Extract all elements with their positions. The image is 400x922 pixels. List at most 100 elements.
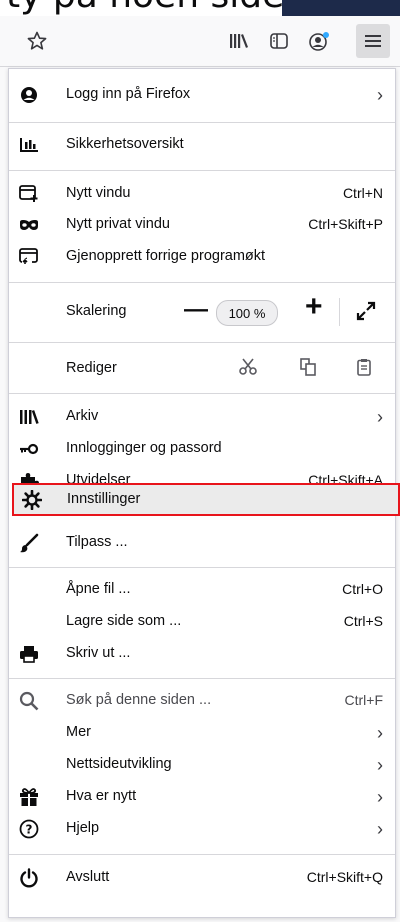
fullscreen-button[interactable]	[355, 300, 377, 327]
star-icon	[27, 31, 47, 50]
menu-item-library[interactable]: Arkiv ›	[9, 401, 395, 433]
menu-item-label: Lagre side som ...	[66, 613, 182, 629]
cut-button[interactable]	[239, 358, 257, 381]
menu-item-quit[interactable]: Avslutt Ctrl+Skift+Q	[9, 862, 395, 894]
menu-item-label: Nytt vindu	[66, 185, 131, 201]
open-menu-button[interactable]	[356, 24, 390, 58]
key-icon	[19, 439, 39, 459]
menu-item-label: Skriv ut ...	[66, 645, 131, 661]
menu-item-label: Søk på denne siden ...	[66, 692, 212, 708]
edit-controls: Rediger	[9, 349, 395, 389]
menu-item-label: Innlogginger og passord	[66, 440, 222, 456]
zoom-label: Skalering	[66, 303, 127, 319]
new-window-icon	[19, 184, 39, 204]
copy-button[interactable]	[299, 358, 317, 381]
menu-item-open-file[interactable]: Åpne fil ... Ctrl+O	[9, 574, 395, 606]
shortcut-label: Ctrl+F	[344, 692, 384, 708]
chevron-right-icon: ›	[377, 407, 383, 427]
menu-item-more[interactable]: Mer ›	[9, 717, 395, 749]
menu-item-label: Mer	[66, 724, 91, 740]
shortcut-label: Ctrl+S	[343, 613, 383, 629]
paste-button[interactable]	[356, 358, 372, 381]
menu-item-print[interactable]: Skriv ut ...	[9, 638, 395, 670]
menu-item-label: Hva er nytt	[66, 788, 137, 804]
account-icon	[309, 32, 329, 51]
menu-item-label: Nytt privat vindu	[66, 216, 170, 232]
menu-separator	[9, 170, 395, 171]
zoom-divider	[339, 298, 340, 326]
sidebar-button[interactable]	[262, 24, 296, 58]
menu-item-customize[interactable]: Tilpass ...	[9, 527, 395, 559]
page-content-strip: ty på noen sider og	[0, 0, 400, 16]
menu-item-sign-in[interactable]: Logg inn på Firefox ›	[9, 79, 395, 111]
chevron-right-icon: ›	[377, 85, 383, 105]
menu-item-whats-new[interactable]: Hva er nytt ›	[9, 781, 395, 813]
menu-item-label: Avslutt	[66, 869, 110, 885]
menu-item-label: Sikkerhetsoversikt	[66, 136, 184, 152]
menu-item-label: Innstillinger	[67, 491, 141, 507]
zoom-reset-button[interactable]: 100 %	[216, 300, 278, 326]
chevron-right-icon: ›	[377, 755, 383, 775]
paintbrush-icon	[19, 533, 39, 553]
fullscreen-icon	[356, 301, 376, 321]
menu-separator	[9, 678, 395, 679]
gear-icon	[21, 489, 43, 515]
menu-item-help[interactable]: ? Hjelp ›	[9, 813, 395, 845]
menu-item-label: Gjenopprett forrige programøkt	[66, 248, 266, 264]
zoom-value: 100 %	[228, 305, 266, 321]
library-icon	[230, 34, 249, 48]
menu-item-new-window[interactable]: Nytt vindu Ctrl+N	[9, 178, 395, 210]
shortcut-label: Ctrl+Skift+Q	[306, 869, 383, 885]
sidebar-icon	[270, 33, 288, 49]
clipboard-icon	[357, 359, 371, 376]
shortcut-label: Ctrl+Skift+P	[308, 216, 383, 232]
zoom-in-button[interactable]: +	[305, 290, 323, 324]
menu-item-label: Åpne fil ...	[66, 581, 131, 597]
browser-toolbar	[0, 16, 400, 67]
menu-separator	[9, 342, 395, 343]
account-button[interactable]	[302, 24, 336, 58]
menu-item-label: Hjelp	[66, 820, 100, 836]
bookmark-star-button[interactable]	[20, 24, 54, 58]
menu-separator	[9, 854, 395, 855]
menu-item-find-in-page[interactable]: Søk på denne siden ... Ctrl+F	[9, 685, 395, 717]
search-icon	[19, 691, 39, 711]
menu-item-label: Logg inn på Firefox	[66, 86, 191, 102]
shortcut-label: Ctrl+O	[342, 581, 383, 597]
chart-icon	[19, 135, 39, 155]
menu-item-label: Tilpass ...	[66, 534, 128, 550]
menu-item-security-report[interactable]: Sikkerhetsoversikt	[9, 129, 395, 161]
menu-separator	[9, 567, 395, 568]
menu-separator	[9, 282, 395, 283]
menu-item-save-page[interactable]: Lagre side som ... Ctrl+S	[9, 606, 395, 638]
shortcut-label: Ctrl+N	[342, 185, 383, 201]
menu-item-new-private-window[interactable]: Nytt privat vindu Ctrl+Skift+P	[9, 209, 395, 241]
menu-item-logins[interactable]: Innlogginger og passord	[9, 433, 395, 465]
menu-item-web-developer[interactable]: Nettsideutvikling ›	[9, 749, 395, 781]
printer-icon	[19, 644, 39, 664]
private-mask-icon	[19, 215, 39, 235]
menu-separator	[9, 393, 395, 394]
library-icon	[19, 407, 39, 427]
dark-banner	[282, 0, 400, 16]
chevron-right-icon: ›	[377, 819, 383, 839]
gift-icon	[19, 787, 39, 807]
menu-item-restore-session[interactable]: Gjenopprett forrige programøkt	[9, 241, 395, 273]
edit-label: Rediger	[66, 360, 117, 376]
scissors-icon	[239, 358, 257, 375]
menu-item-label: Arkiv	[66, 408, 99, 424]
menu-separator	[9, 122, 395, 123]
menu-item-label: Nettsideutvikling	[66, 756, 172, 772]
power-icon	[19, 868, 39, 888]
svg-text:?: ?	[26, 823, 33, 837]
restore-session-icon	[19, 247, 39, 267]
menu-item-options[interactable]: Innstillinger	[12, 483, 400, 516]
zoom-out-button[interactable]: —	[184, 296, 208, 324]
chevron-right-icon: ›	[377, 787, 383, 807]
library-button[interactable]	[222, 24, 256, 58]
account-icon	[19, 85, 39, 105]
help-icon: ?	[19, 819, 39, 839]
copy-icon	[300, 358, 316, 376]
chevron-right-icon: ›	[377, 723, 383, 743]
hamburger-menu-icon	[365, 35, 381, 47]
